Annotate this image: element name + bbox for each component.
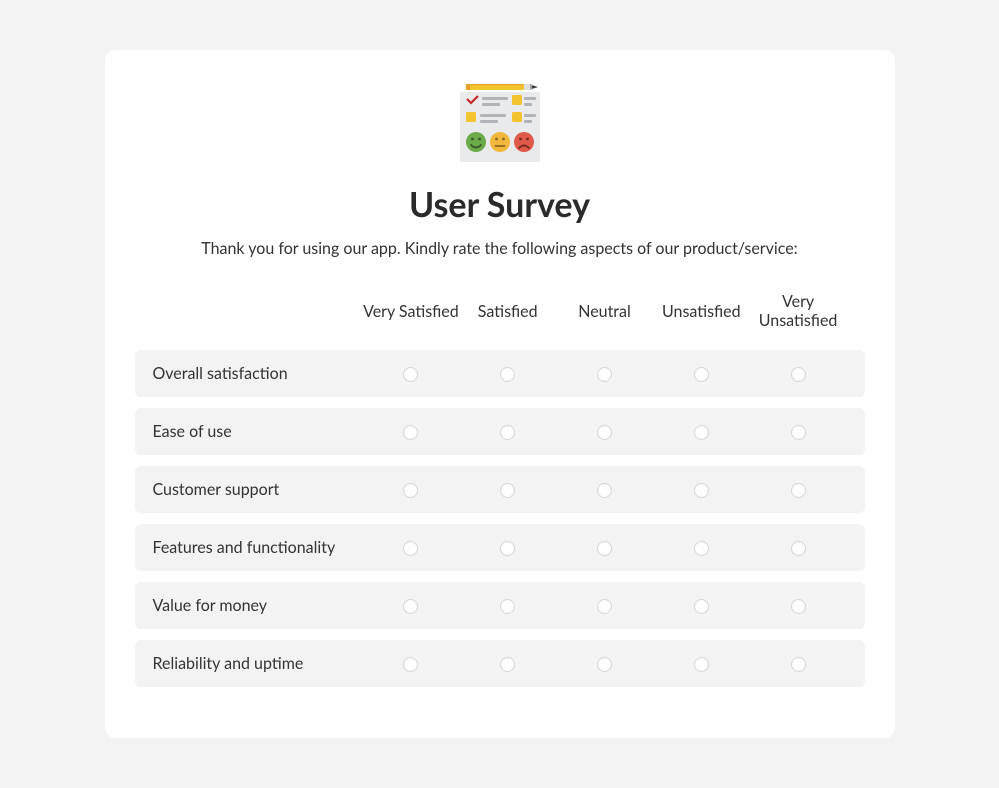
survey-subtitle: Thank you for using our app. Kindly rate… bbox=[135, 239, 865, 258]
radio-option[interactable] bbox=[694, 483, 709, 498]
radio-option[interactable] bbox=[403, 541, 418, 556]
survey-clipboard-icon bbox=[454, 80, 546, 166]
radio-option[interactable] bbox=[403, 367, 418, 382]
radio-option[interactable] bbox=[694, 425, 709, 440]
question-row: Features and functionality bbox=[135, 524, 865, 571]
radio-option[interactable] bbox=[597, 657, 612, 672]
radio-option[interactable] bbox=[694, 599, 709, 614]
scale-col-unsatisfied: Unsatisfied bbox=[653, 302, 750, 321]
radio-option[interactable] bbox=[500, 483, 515, 498]
radio-option[interactable] bbox=[403, 599, 418, 614]
radio-option[interactable] bbox=[791, 657, 806, 672]
question-label: Reliability and uptime bbox=[153, 654, 363, 673]
radio-option[interactable] bbox=[597, 367, 612, 382]
survey-title: User Survey bbox=[135, 184, 865, 225]
radio-option[interactable] bbox=[597, 483, 612, 498]
question-label: Features and functionality bbox=[153, 538, 363, 557]
survey-card: User Survey Thank you for using our app.… bbox=[105, 50, 895, 738]
radio-option[interactable] bbox=[403, 425, 418, 440]
radio-option[interactable] bbox=[597, 425, 612, 440]
radio-option[interactable] bbox=[500, 599, 515, 614]
radio-option[interactable] bbox=[500, 657, 515, 672]
radio-option[interactable] bbox=[791, 599, 806, 614]
survey-header: User Survey Thank you for using our app.… bbox=[135, 80, 865, 258]
scale-col-very-satisfied: Very Satisfied bbox=[363, 302, 460, 321]
question-row: Ease of use bbox=[135, 408, 865, 455]
radio-option[interactable] bbox=[694, 367, 709, 382]
radio-option[interactable] bbox=[500, 541, 515, 556]
radio-option[interactable] bbox=[791, 541, 806, 556]
radio-option[interactable] bbox=[597, 541, 612, 556]
question-label: Customer support bbox=[153, 480, 363, 499]
radio-option[interactable] bbox=[597, 599, 612, 614]
radio-option[interactable] bbox=[791, 425, 806, 440]
question-label: Ease of use bbox=[153, 422, 363, 441]
radio-option[interactable] bbox=[791, 483, 806, 498]
radio-option[interactable] bbox=[694, 657, 709, 672]
scale-header-row: Very Satisfied Satisfied Neutral Unsatis… bbox=[135, 282, 865, 340]
question-label: Overall satisfaction bbox=[153, 364, 363, 383]
question-row: Overall satisfaction bbox=[135, 350, 865, 397]
scale-col-neutral: Neutral bbox=[556, 302, 653, 321]
question-row: Value for money bbox=[135, 582, 865, 629]
question-row: Reliability and uptime bbox=[135, 640, 865, 687]
question-row: Customer support bbox=[135, 466, 865, 513]
question-label: Value for money bbox=[153, 596, 363, 615]
radio-option[interactable] bbox=[694, 541, 709, 556]
radio-option[interactable] bbox=[403, 657, 418, 672]
scale-col-very-unsatisfied: Very Unsatisfied bbox=[750, 292, 847, 330]
radio-option[interactable] bbox=[500, 425, 515, 440]
radio-option[interactable] bbox=[500, 367, 515, 382]
radio-option[interactable] bbox=[403, 483, 418, 498]
scale-col-satisfied: Satisfied bbox=[459, 302, 556, 321]
radio-option[interactable] bbox=[791, 367, 806, 382]
